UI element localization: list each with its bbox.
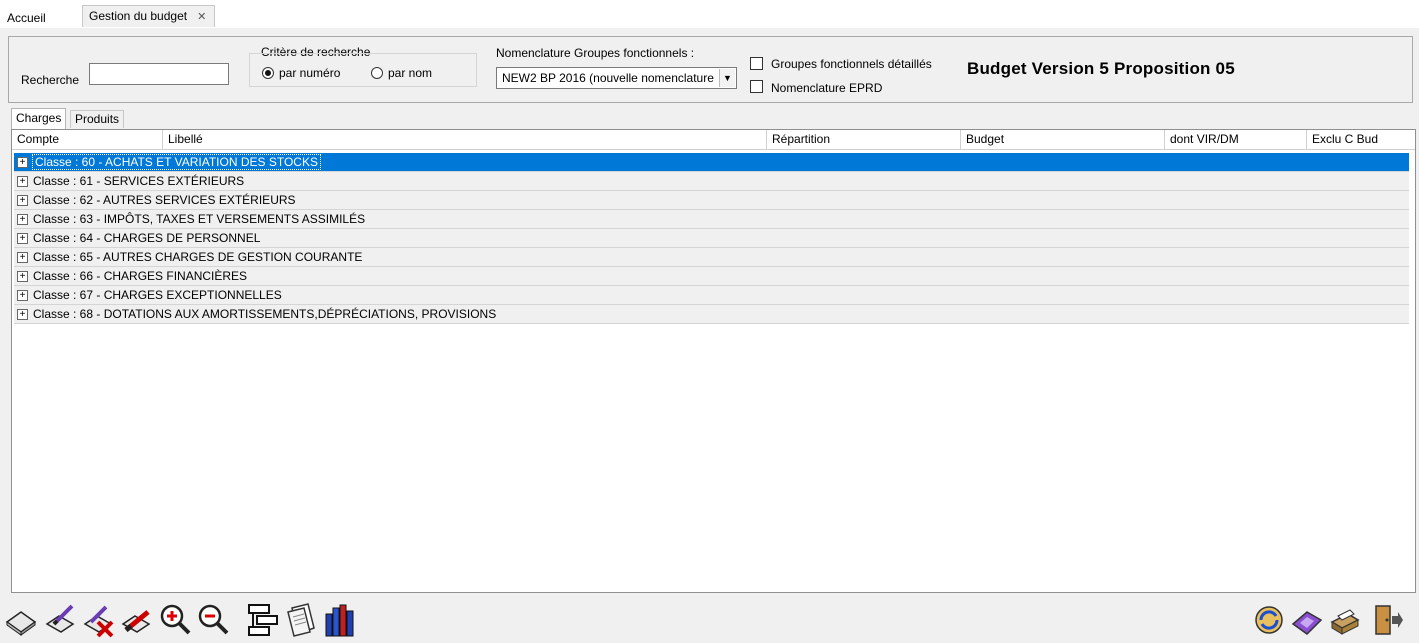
tab-accueil[interactable]: Accueil (7, 9, 46, 27)
edit-icon[interactable] (44, 602, 78, 638)
table-row[interactable]: + Classe : 64 - CHARGES DE PERSONNEL (14, 229, 1409, 248)
tree-icon[interactable] (246, 602, 280, 638)
column-header-compte[interactable]: Compte (12, 130, 59, 150)
zoom-out-icon[interactable] (196, 602, 230, 638)
close-icon[interactable]: ✕ (197, 11, 206, 23)
eprd-checkbox[interactable] (750, 80, 763, 93)
column-header-vir-dm[interactable]: dont VIR/DM (1164, 130, 1239, 150)
table-row[interactable]: + Classe : 62 - AUTRES SERVICES EXTÉRIEU… (14, 191, 1409, 210)
table-row[interactable]: + Classe : 63 - IMPÔTS, TAXES ET VERSEME… (14, 210, 1409, 229)
new-icon[interactable] (4, 602, 38, 638)
table-row[interactable]: + Classe : 61 - SERVICES EXTÉRIEURS (14, 172, 1409, 191)
detailed-groups-checkbox[interactable] (750, 57, 763, 70)
print-icon[interactable] (1328, 602, 1362, 638)
column-header-libelle[interactable]: Libellé (162, 130, 203, 150)
nomenclature-select-value: NEW2 BP 2016 (nouvelle nomenclature (502, 71, 714, 85)
column-header-exclu[interactable]: Exclu C Bud (1306, 130, 1378, 150)
column-header-repartition[interactable]: Répartition (766, 130, 830, 150)
table-row[interactable]: + Classe : 67 - CHARGES EXCEPTIONNELLES (14, 286, 1409, 305)
tab-produits[interactable]: Produits (70, 110, 125, 128)
tab-charges[interactable]: Charges (11, 108, 67, 129)
row-label: Classe : 65 - AUTRES CHARGES DE GESTION … (33, 250, 363, 264)
row-label: Classe : 67 - CHARGES EXCEPTIONNELLES (33, 288, 282, 302)
budget-title: Budget Version 5 Proposition 05 (967, 59, 1235, 78)
eprd-label: Nomenclature EPRD (771, 81, 883, 95)
grid-header: Compte Libellé Répartition Budget dont V… (12, 130, 1415, 150)
row-label: Classe : 62 - AUTRES SERVICES EXTÉRIEURS (33, 193, 296, 207)
radio-by-number[interactable] (262, 67, 274, 79)
document-icon[interactable] (284, 602, 318, 638)
nomenclature-select[interactable]: NEW2 BP 2016 (nouvelle nomenclature ▼ (496, 67, 737, 89)
row-label: Classe : 63 - IMPÔTS, TAXES ET VERSEMENT… (33, 212, 366, 226)
tag-icon[interactable] (1290, 602, 1324, 638)
expand-icon[interactable]: + (17, 195, 28, 206)
tab-gestion-budget[interactable]: Gestion du budget ✕ (82, 5, 216, 27)
zoom-in-icon[interactable] (158, 602, 192, 638)
delete-icon[interactable] (120, 602, 154, 638)
radio-by-name[interactable] (371, 67, 383, 79)
refresh-icon[interactable] (1252, 602, 1286, 638)
expand-icon[interactable]: + (17, 252, 28, 263)
row-label: Classe : 64 - CHARGES DE PERSONNEL (33, 231, 261, 245)
tab-gestion-budget-label: Gestion du budget (89, 9, 188, 23)
search-input[interactable] (89, 63, 229, 85)
table-row[interactable]: + Classe : 66 - CHARGES FINANCIÈRES (14, 267, 1409, 286)
row-label: Classe : 61 - SERVICES EXTÉRIEURS (33, 174, 245, 188)
expand-icon[interactable]: + (17, 233, 28, 244)
budget-grid[interactable]: Compte Libellé Répartition Budget dont V… (11, 129, 1416, 593)
row-label: Classe : 60 - ACHATS ET VARIATION DES ST… (32, 154, 321, 170)
expand-icon[interactable]: + (17, 176, 28, 187)
search-label: Recherche (21, 73, 80, 87)
chevron-down-icon[interactable]: ▼ (719, 69, 735, 87)
expand-icon[interactable]: + (17, 271, 28, 282)
nomenclature-label: Nomenclature Groupes fonctionnels : (496, 46, 695, 60)
search-panel: Recherche Critère de recherche par numér… (8, 36, 1413, 103)
edit-delete-icon[interactable] (82, 602, 116, 638)
expand-icon[interactable]: + (17, 290, 28, 301)
top-tab-bar: Accueil Gestion du budget ✕ (0, 0, 1419, 28)
expand-icon[interactable]: + (17, 309, 28, 320)
books-icon[interactable] (322, 602, 356, 638)
row-label: Classe : 68 - DOTATIONS AUX AMORTISSEMEN… (33, 307, 497, 321)
radio-by-number-label: par numéro (279, 66, 341, 80)
row-label: Classe : 66 - CHARGES FINANCIÈRES (33, 269, 248, 283)
table-row[interactable]: + Classe : 60 - ACHATS ET VARIATION DES … (14, 153, 1409, 172)
radio-by-name-label: par nom (388, 66, 433, 80)
exit-door-icon[interactable] (1370, 602, 1404, 638)
expand-icon[interactable]: + (17, 214, 28, 225)
table-row[interactable]: + Classe : 65 - AUTRES CHARGES DE GESTIO… (14, 248, 1409, 267)
detailed-groups-label: Groupes fonctionnels détaillés (771, 57, 932, 71)
table-row[interactable]: + Classe : 68 - DOTATIONS AUX AMORTISSEM… (14, 305, 1409, 324)
column-header-budget[interactable]: Budget (960, 130, 1004, 150)
expand-icon[interactable]: + (17, 157, 28, 168)
